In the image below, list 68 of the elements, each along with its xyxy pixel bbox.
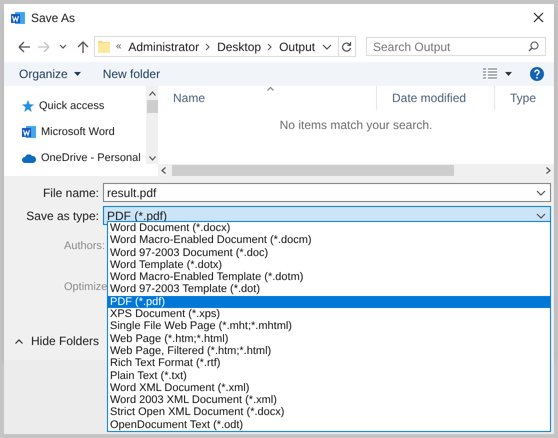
scroll-thumb[interactable] (146, 100, 158, 113)
chevron-right-icon (205, 42, 212, 50)
view-options-icon[interactable] (483, 68, 497, 80)
chevron-left-icon[interactable] (161, 166, 166, 174)
chevron-right-icon[interactable] (546, 166, 551, 174)
field-label: File name: (42, 184, 99, 202)
empty-message: No items match your search. (280, 117, 432, 130)
star-icon (22, 100, 34, 112)
dropdown-option[interactable]: Strict Open XML Document (*.docx) (108, 406, 550, 419)
refresh-icon (341, 41, 352, 52)
caret-down-icon (74, 72, 81, 76)
dropdown-option[interactable]: OpenDocument Text (*.odt) (108, 418, 550, 432)
column-header[interactable]: Type (494, 86, 554, 110)
search-icon (528, 41, 539, 52)
dropdown-option[interactable]: Word 2003 XML Document (*.xml) (108, 394, 550, 406)
field-label: Save as type: (26, 208, 99, 224)
caret-down-icon[interactable] (505, 72, 512, 76)
dropdown-option[interactable]: Single File Web Page (*.mht;*.mhtml) (108, 320, 550, 333)
dropdown-option[interactable]: Rich Text Format (*.rtf) (108, 357, 550, 370)
column-header[interactable]: Name (158, 86, 376, 110)
word-icon (22, 125, 36, 139)
dropdown-option[interactable]: PDF (*.pdf) (108, 296, 550, 308)
dropdown-option[interactable]: Word Document (*.docx) (108, 222, 550, 234)
toolbar-button[interactable]: Organize (19, 65, 81, 83)
toolbar-button[interactable]: New folder (102, 65, 160, 83)
sidebar-item[interactable]: Quick access (22, 99, 146, 113)
close-icon[interactable] (533, 12, 544, 23)
dropdown-option[interactable]: Web Page (*.htm;*.html) (108, 332, 550, 345)
chevron-right-icon (267, 42, 274, 50)
search-input[interactable]: Search Output (373, 38, 528, 56)
dropdown-option[interactable]: Plain Text (*.txt) (108, 370, 550, 382)
address-bar[interactable]: « Administrator Desktop Output (94, 36, 356, 57)
chevron-up-icon[interactable] (148, 91, 156, 96)
dropdown-option[interactable]: XPS Document (*.xps) (108, 308, 550, 320)
authors-label: Authors: (64, 240, 105, 252)
scroll-thumb[interactable] (172, 164, 454, 176)
chevron-down-icon (536, 190, 546, 196)
sidebar-item[interactable]: Microsoft Word (22, 125, 146, 139)
dropdown-option[interactable]: Word Macro-Enabled Document (*.docm) (108, 234, 550, 247)
vertical-scrollbar[interactable] (146, 86, 158, 164)
help-icon[interactable] (530, 67, 544, 81)
chevron-down-icon[interactable] (148, 156, 156, 161)
dropdown-option[interactable]: Word 97-2003 Document (*.doc) (108, 246, 550, 259)
back-arrow-icon[interactable] (16, 40, 31, 54)
breadcrumb[interactable]: Desktop (217, 38, 262, 56)
word-icon (11, 10, 25, 24)
horizontal-scrollbar[interactable] (158, 164, 554, 176)
overflow-chevron[interactable]: « (116, 39, 122, 54)
optimize-label: Optimize (64, 281, 108, 293)
dropdown-option[interactable]: Web Page, Filtered (*.htm;*.html) (108, 344, 550, 358)
chevron-down-icon (536, 212, 546, 218)
dropdown-option[interactable]: Word Template (*.dotx) (108, 258, 550, 272)
window-title: Save As (31, 10, 76, 26)
up-arrow-icon[interactable] (76, 40, 90, 54)
dropdown-option[interactable]: Word Macro-Enabled Template (*.dotm) (108, 271, 550, 284)
folder-icon (98, 40, 110, 53)
column-header[interactable]: Date modified (376, 86, 494, 110)
chevron-down-icon[interactable] (322, 44, 332, 50)
file-name-field[interactable]: result.pdf (103, 183, 551, 202)
dropdown-option[interactable]: Word 97-2003 Template (*.dot) (108, 283, 550, 296)
breadcrumb[interactable]: Output (279, 38, 316, 56)
dropdown-option[interactable]: Word XML Document (*.xml) (108, 382, 550, 394)
cloud-icon (22, 153, 36, 163)
chevron-up-icon (15, 338, 23, 344)
search-field[interactable]: Search Output (366, 37, 546, 56)
sidebar-item[interactable]: OneDrive - Personal (22, 151, 146, 165)
breadcrumb[interactable]: Administrator (128, 38, 200, 56)
hide-folders-button[interactable]: Hide Folders (15, 332, 100, 350)
